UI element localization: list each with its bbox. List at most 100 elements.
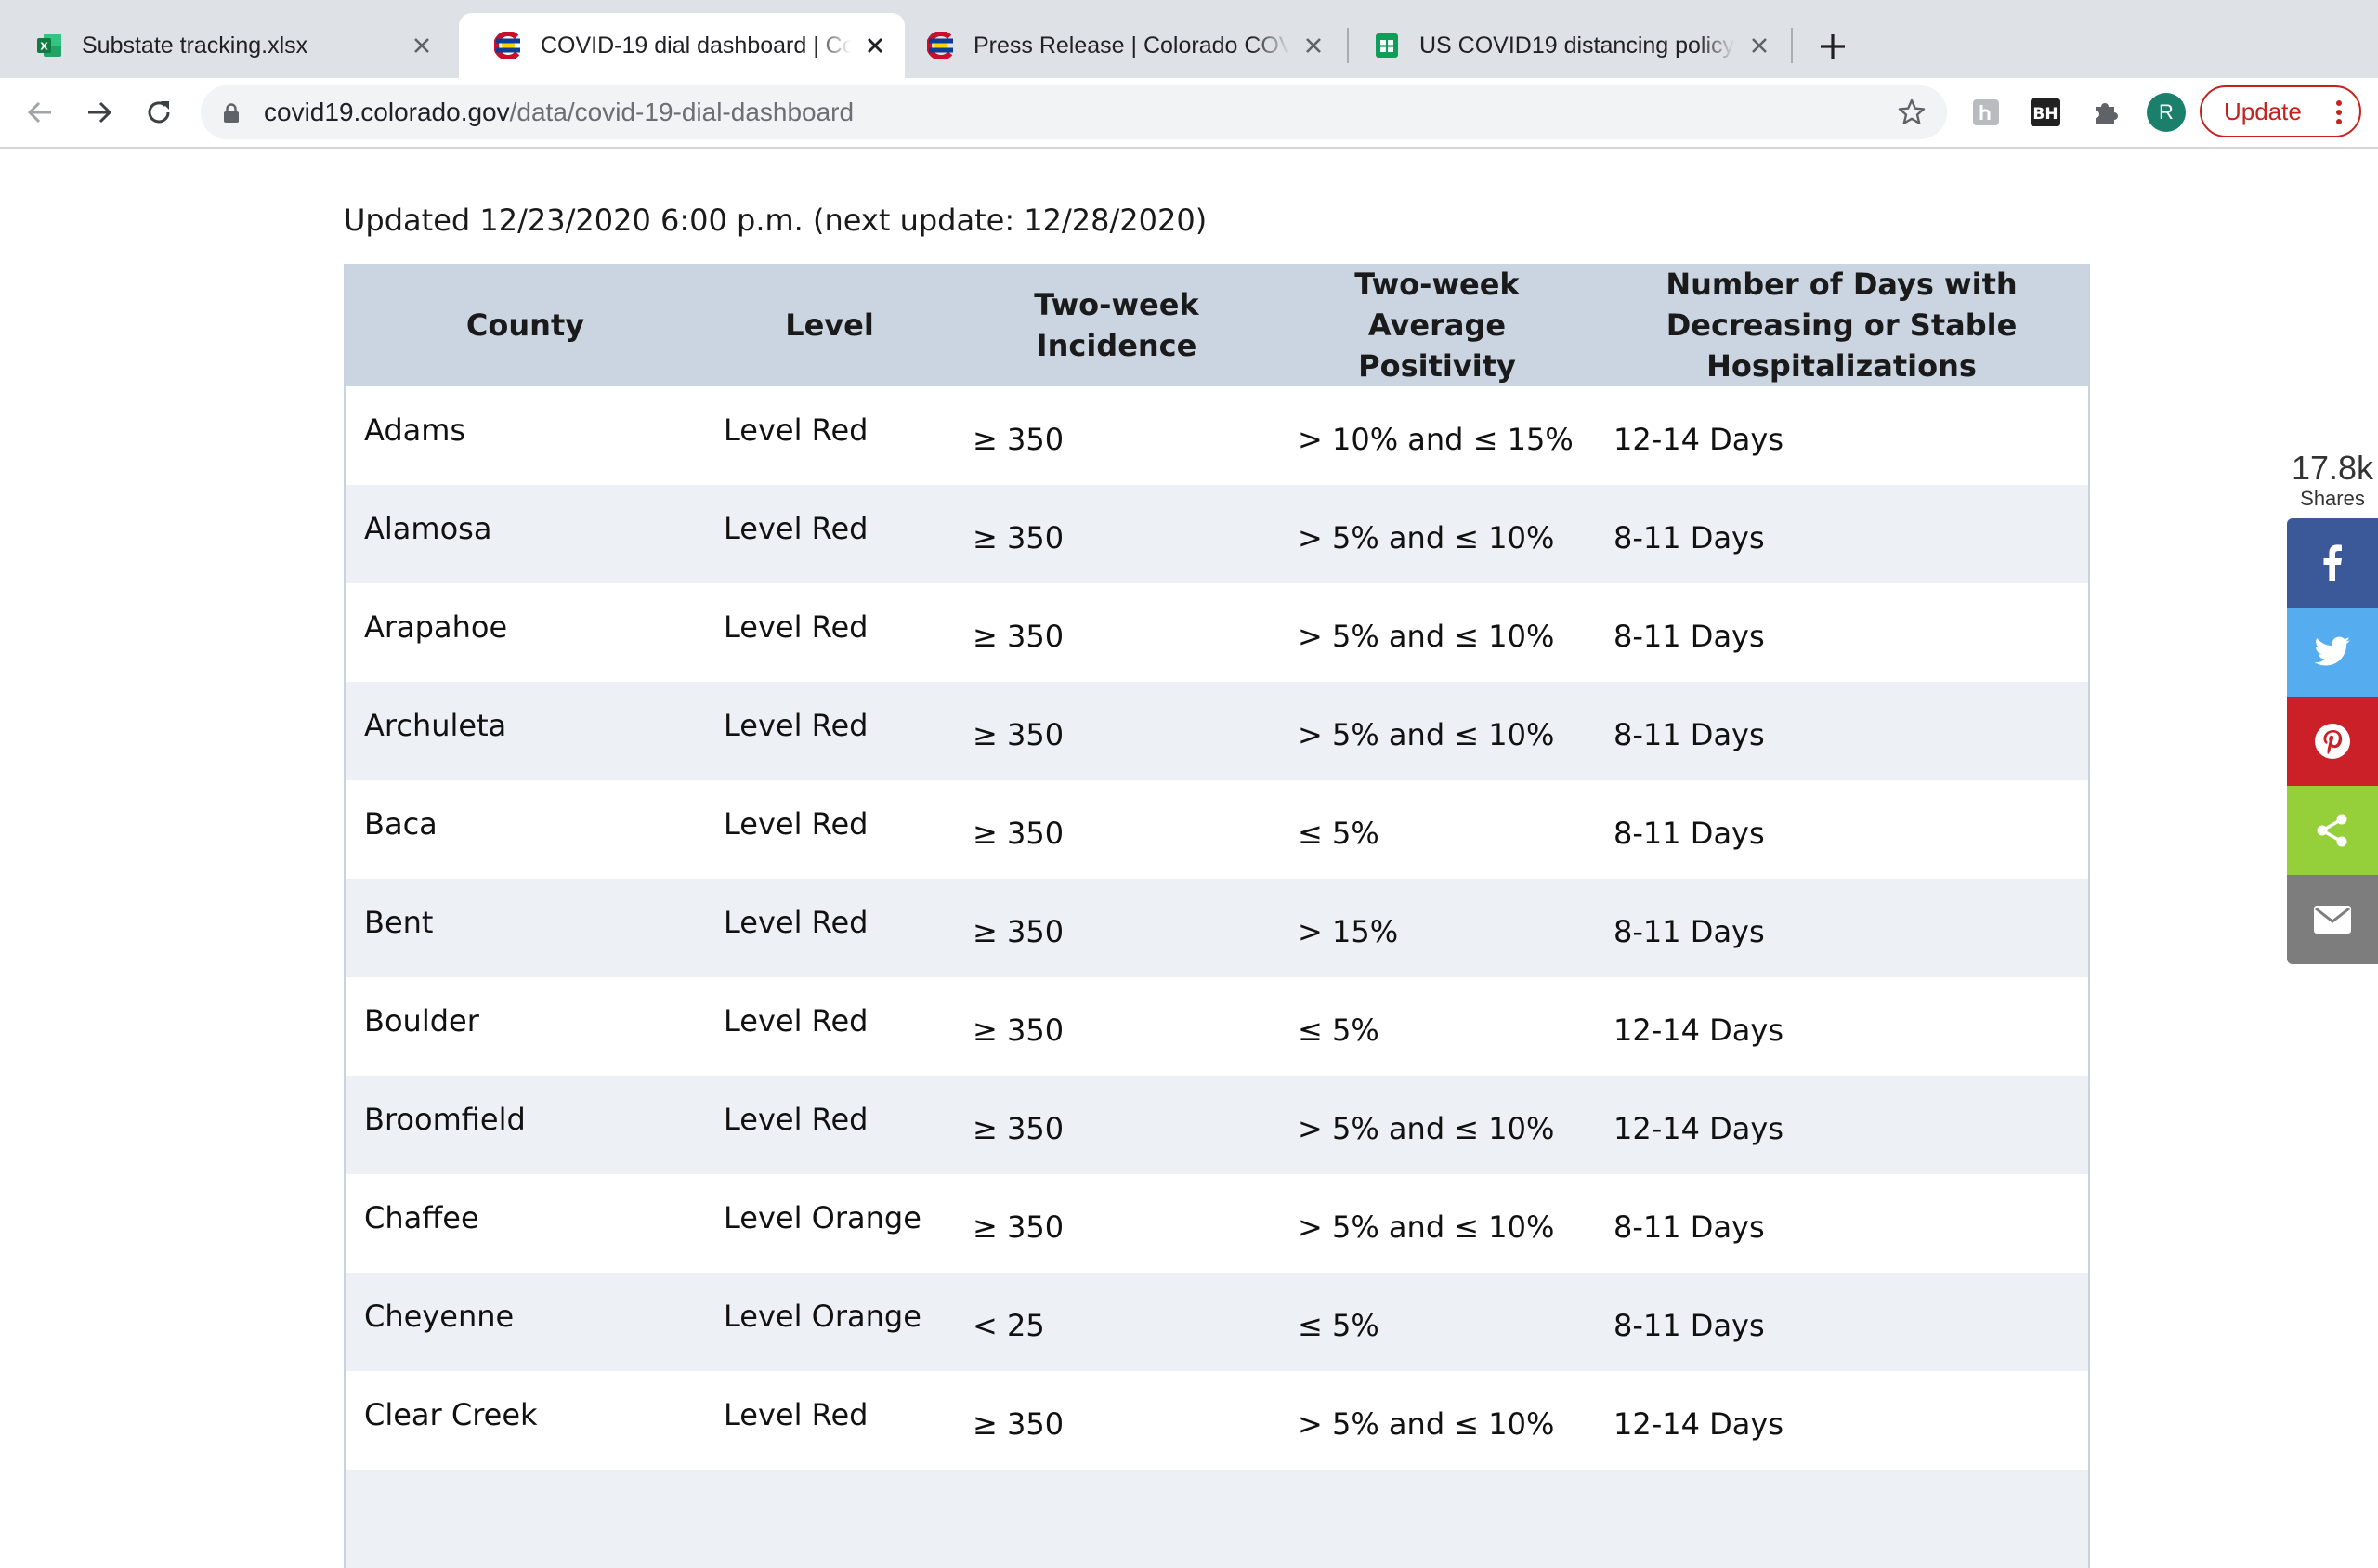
tab-covid-dial-dashboard[interactable]: COVID-19 dial dashboard | Colorado COVID… xyxy=(459,13,905,78)
level-cell-text: Level Orange xyxy=(724,1200,921,1235)
extension-bh-icon[interactable]: BH xyxy=(2029,96,2062,129)
county-cell: Chaffee xyxy=(345,1174,705,1273)
plus-icon xyxy=(1821,34,1845,59)
hospitalization-days-cell-text: 12-14 Days xyxy=(1614,1013,1784,1048)
county-cell-text: Broomfield xyxy=(364,1102,526,1137)
county-cell-text: Cheyenne xyxy=(364,1299,515,1334)
county-cell: Cheyenne xyxy=(345,1273,705,1371)
excel-icon: X xyxy=(35,32,63,59)
hospitalization-days-cell-text: 8-11 Days xyxy=(1614,1209,1765,1245)
county-cell-text: Chaffee xyxy=(364,1200,479,1235)
level-cell xyxy=(705,1470,954,1568)
level-cell-text: Level Red xyxy=(724,609,869,645)
county-cell: Broomfield xyxy=(345,1076,705,1174)
incidence-cell: ≥ 350 xyxy=(954,977,1279,1076)
incidence-cell: ≥ 350 xyxy=(954,1371,1279,1470)
close-icon[interactable] xyxy=(1300,33,1326,59)
county-cell-text: Boulder xyxy=(364,1003,479,1039)
hospitalization-days-cell: 12-14 Days xyxy=(1595,977,2089,1076)
incidence-cell-text: ≥ 350 xyxy=(973,520,1065,555)
hospitalization-days-cell-text: 8-11 Days xyxy=(1614,914,1765,949)
close-icon[interactable] xyxy=(862,33,888,59)
positivity-cell: ≤ 5% xyxy=(1279,977,1595,1076)
positivity-cell-text: > 5% and ≤ 10% xyxy=(1298,520,1555,555)
twitter-icon xyxy=(2314,636,2350,666)
level-cell-text: Level Red xyxy=(724,1003,869,1039)
hospitalization-days-cell-text: 8-11 Days xyxy=(1614,816,1765,851)
level-cell: Level Red xyxy=(705,1371,954,1470)
table-body: Adams Level Red ≥ 350 > 10% and ≤ 15% 12-14 … xyxy=(345,386,2089,1568)
column-header-level[interactable]: Level xyxy=(705,264,954,386)
table-row: Broomfield Level Red ≥ 350 > 5% and ≤ 10% 12… xyxy=(345,1076,2089,1174)
level-cell: Level Red xyxy=(705,485,954,583)
positivity-cell: > 10% and ≤ 15% xyxy=(1279,386,1595,485)
pinterest-share-button[interactable] xyxy=(2287,697,2378,786)
share-count: 17.8k xyxy=(2291,449,2374,487)
facebook-share-button[interactable] xyxy=(2287,518,2378,608)
incidence-cell-text: ≥ 350 xyxy=(973,422,1065,457)
column-header-county[interactable]: County xyxy=(345,264,705,386)
puzzle-icon[interactable] xyxy=(2088,96,2122,129)
email-icon xyxy=(2314,906,2351,934)
incidence-cell-text: ≥ 350 xyxy=(973,619,1065,654)
positivity-cell: > 5% and ≤ 10% xyxy=(1279,682,1595,780)
county-cell: Baca xyxy=(345,780,705,879)
generic-share-button[interactable] xyxy=(2287,786,2378,875)
hospitalization-days-cell-text: 8-11 Days xyxy=(1614,1308,1765,1343)
level-cell: Level Red xyxy=(705,1076,954,1174)
county-cell: Arapahoe xyxy=(345,583,705,682)
hospitalization-days-cell: 8-11 Days xyxy=(1595,485,2089,583)
hospitalization-days-cell: 8-11 Days xyxy=(1595,780,2089,879)
county-cell: Adams xyxy=(345,386,705,485)
positivity-cell-text: > 5% and ≤ 10% xyxy=(1298,717,1555,752)
positivity-cell-text xyxy=(1298,1470,1576,1505)
forward-button[interactable] xyxy=(82,95,117,130)
hospitalization-days-cell: 8-11 Days xyxy=(1595,879,2089,977)
tab-distancing-policy[interactable]: US COVID19 distancing policy xyxy=(1338,13,1789,78)
positivity-cell: > 5% and ≤ 10% xyxy=(1279,485,1595,583)
email-share-button[interactable] xyxy=(2287,875,2378,964)
positivity-cell-text: > 5% and ≤ 10% xyxy=(1298,1209,1555,1245)
column-header-hospitalization-days[interactable]: Number of Days with Decreasing or Stable… xyxy=(1595,264,2089,386)
reload-button[interactable] xyxy=(141,95,176,130)
incidence-cell: ≥ 350 xyxy=(954,682,1279,780)
update-button[interactable]: Update xyxy=(2200,85,2361,137)
tab-strip: X Substate tracking.xlsx COVID-19 dial d… xyxy=(0,0,2378,78)
table-row: Cheyenne Level Orange < 25 ≤ 5% 8-11 Days xyxy=(345,1273,2089,1371)
level-cell-text: Level Red xyxy=(724,905,869,940)
table-row: Bent Level Red ≥ 350 > 15% 8-11 Days xyxy=(345,879,2089,977)
close-icon[interactable] xyxy=(1746,33,1772,59)
incidence-cell-text: ≥ 350 xyxy=(973,1209,1065,1245)
positivity-cell-text: ≤ 5% xyxy=(1298,1013,1379,1048)
incidence-cell: ≥ 350 xyxy=(954,485,1279,583)
arrow-left-icon xyxy=(27,101,51,124)
arrow-right-icon xyxy=(88,101,112,124)
hospitalization-days-cell: 8-11 Days xyxy=(1595,682,2089,780)
extension-hypothesis-icon[interactable] xyxy=(1969,96,2003,129)
tab-press-release[interactable]: Press Release | Colorado COVID-19 Update… xyxy=(892,13,1343,78)
hospitalization-days-cell-text: 12-14 Days xyxy=(1614,1111,1784,1146)
positivity-cell xyxy=(1279,1470,1595,1568)
table-header-row: County Level Two-week Incidence Two-week… xyxy=(345,264,2089,386)
positivity-cell-text: > 10% and ≤ 15% xyxy=(1298,422,1574,457)
profile-avatar[interactable]: R xyxy=(2147,93,2186,132)
browser-toolbar: covid19.colorado.gov/data/covid-19-dial-… xyxy=(0,78,2378,149)
level-cell-text: Level Red xyxy=(724,1397,869,1432)
level-cell-text xyxy=(724,1470,935,1496)
positivity-cell: > 5% and ≤ 10% xyxy=(1279,1371,1595,1470)
tab-substate-tracking[interactable]: X Substate tracking.xlsx xyxy=(0,13,451,78)
address-bar[interactable]: covid19.colorado.gov/data/covid-19-dial-… xyxy=(201,85,1947,139)
colorado-flag-icon xyxy=(927,32,955,59)
close-icon[interactable] xyxy=(409,33,435,59)
new-tab-button[interactable] xyxy=(1816,30,1849,63)
positivity-cell: ≤ 5% xyxy=(1279,780,1595,879)
reload-icon xyxy=(148,101,170,124)
column-header-incidence[interactable]: Two-week Incidence xyxy=(954,264,1279,386)
bookmark-star-icon[interactable] xyxy=(1897,98,1927,131)
twitter-share-button[interactable] xyxy=(2287,608,2378,697)
column-header-positivity[interactable]: Two-week Average Positivity xyxy=(1279,264,1595,386)
county-dial-table: County Level Two-week Incidence Two-week… xyxy=(344,264,2090,1568)
positivity-cell-text: > 5% and ≤ 10% xyxy=(1298,619,1555,654)
url-path: /data/covid-19-dial-dashboard xyxy=(509,98,855,126)
back-button[interactable] xyxy=(22,95,58,130)
